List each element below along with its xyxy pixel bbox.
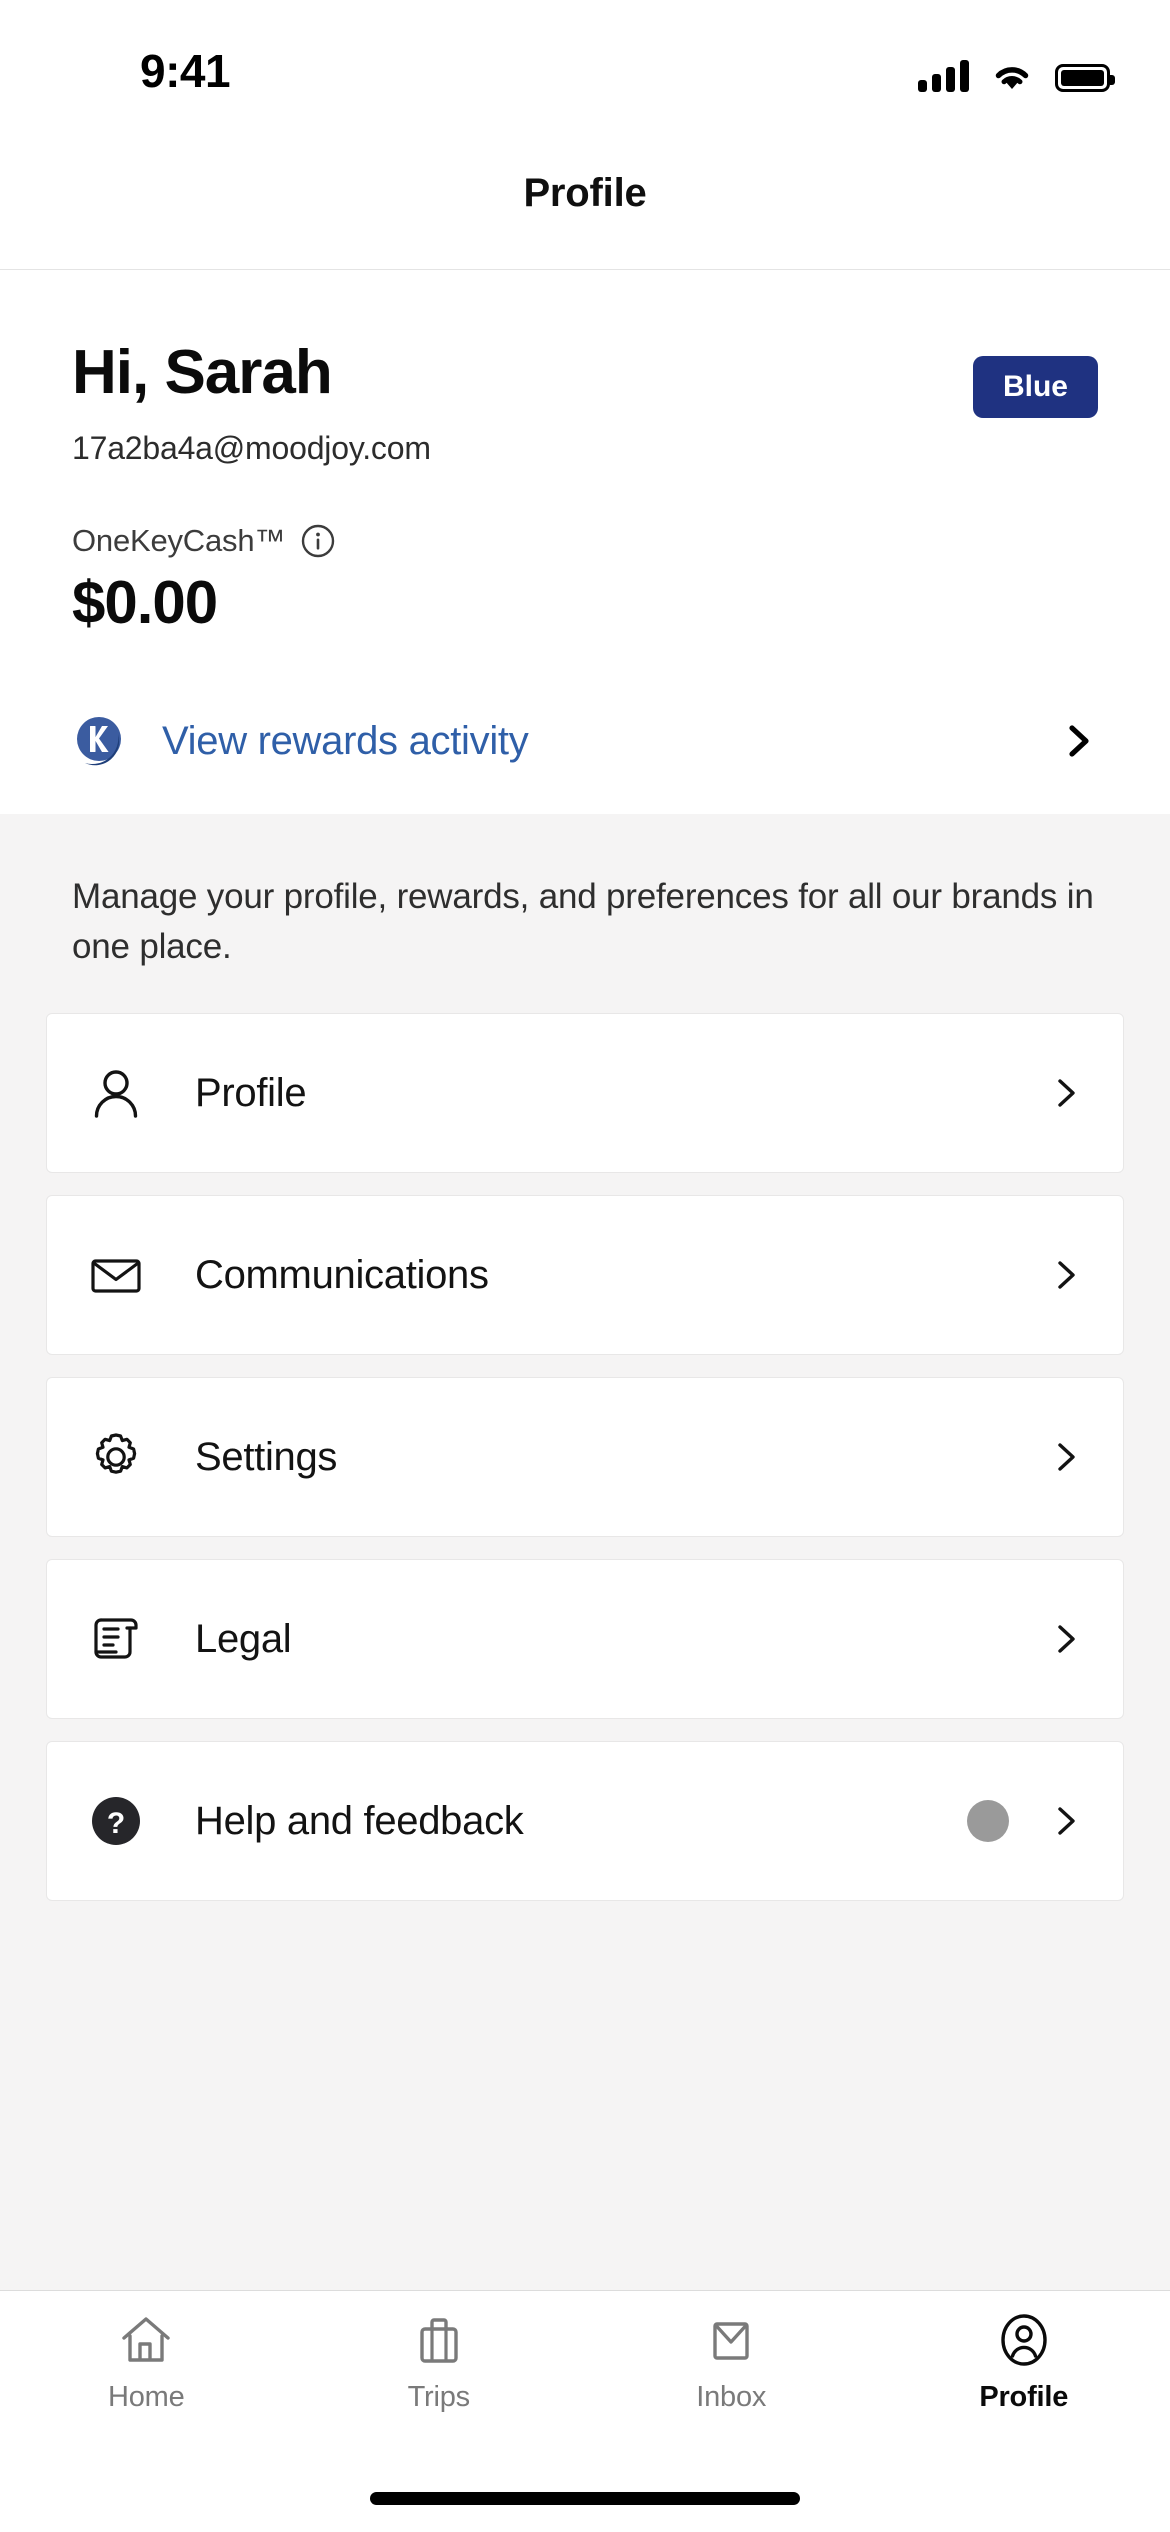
document-scroll-icon [87,1610,145,1668]
person-icon [87,1064,145,1122]
menu-item-label: Help and feedback [195,1798,524,1843]
status-bar-time: 9:41 [140,45,231,97]
onekey-k-logo-icon [72,712,130,770]
status-badge: Blue [972,356,1098,418]
chevron-right-icon [1049,1622,1083,1656]
envelope-icon [704,2313,758,2367]
envelope-icon [87,1246,145,1304]
menu-section: Manage your profile, rewards, and prefer… [0,814,1170,2290]
greeting-row: Hi, Sarah 17a2ba4a@moodjoy.com Blue [72,342,1098,467]
chevron-right-icon [1049,1804,1083,1838]
home-indicator-bar[interactable] [370,2491,800,2505]
wifi-icon [991,60,1033,92]
tab-trips[interactable]: Trips [293,2313,586,2414]
tab-inbox[interactable]: Inbox [585,2313,878,2414]
page-title: Profile [523,171,647,215]
tab-label: Inbox [696,2381,767,2413]
rewards-balance: $0.00 [72,569,218,636]
tab-label: Home [107,2381,185,2413]
chevron-right-icon [1060,722,1098,760]
view-rewards-activity-link[interactable]: View rewards activity [0,668,1170,814]
chevron-right-icon [1049,1076,1083,1110]
suitcase-icon [412,2313,466,2367]
menu-item-legal[interactable]: Legal [46,1559,1124,1720]
home-indicator-area [0,2464,1170,2532]
menu-item-communications[interactable]: Communications [46,1195,1124,1356]
person-circle-icon [997,2313,1051,2367]
account-section: Hi, Sarah 17a2ba4a@moodjoy.com Blue OneK… [0,270,1170,668]
tab-profile[interactable]: Profile [878,2313,1170,2414]
tab-label: Profile [979,2381,1069,2413]
tab-label: Trips [407,2381,471,2413]
menu-item-profile[interactable]: Profile [46,1013,1124,1174]
menu-item-label: Legal [195,1616,292,1661]
menu-item-help-and-feedback[interactable]: ? Help and feedback [46,1741,1124,1902]
house-icon [119,2313,173,2367]
battery-full-icon [1055,64,1115,92]
menu-description: Manage your profile, rewards, and prefer… [72,877,1094,966]
greeting-name: Hi, Sarah [72,338,333,407]
rewards-program-label: OneKeyCash™ [72,523,286,558]
tab-home[interactable]: Home [0,2313,293,2414]
view-rewards-activity-label: View rewards activity [162,718,529,763]
status-bar: 9:41 [0,0,1170,118]
menu-item-label: Communications [195,1252,489,1297]
chevron-right-icon [1049,1258,1083,1292]
status-bar-icons [918,52,1115,92]
menu-item-label: Profile [195,1070,307,1115]
bottom-tab-bar: Home Trips Inbox Profile [0,2290,1170,2464]
info-circle-icon[interactable] [301,524,335,558]
menu-item-label: Settings [195,1434,338,1479]
page-header: Profile [0,118,1170,270]
question-mark-circle-icon: ? [87,1792,145,1850]
menu-item-settings[interactable]: Settings [46,1377,1124,1538]
phone-screen: 9:41 Profile Hi, Sarah 17a2ba4a@moodjoy.… [0,0,1170,2532]
svg-text:?: ? [107,1807,125,1840]
notification-dot [967,1800,1009,1843]
gear-icon [87,1428,145,1486]
rewards-label-row: OneKeyCash™ [72,523,1098,559]
account-email: 17a2ba4a@moodjoy.com [72,430,431,466]
chevron-right-icon [1049,1440,1083,1474]
cellular-signal-icon [918,60,969,92]
